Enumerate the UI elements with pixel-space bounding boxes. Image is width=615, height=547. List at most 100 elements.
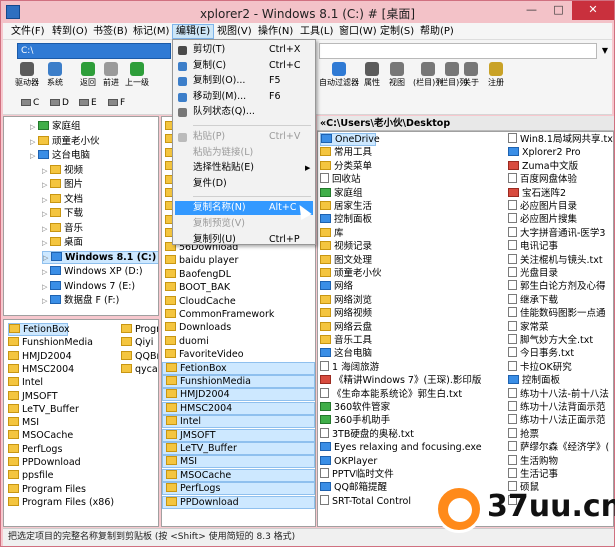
desktop-item[interactable]: SRT-Total Control <box>320 494 411 508</box>
desktop-item[interactable]: 库 <box>320 227 344 240</box>
desktop-item[interactable]: Eyes relaxing and focusing.exe <box>320 441 482 454</box>
edit-menu-item-4[interactable]: 队列状态(Q)... <box>175 105 313 119</box>
edit-menu-item-3[interactable]: 移动到(M)... F6 <box>175 90 313 104</box>
expand-arrow-icon[interactable]: ▷ <box>42 223 50 236</box>
desktop-item[interactable]: 居家生活 <box>320 200 372 213</box>
menu-0[interactable]: 文件(F) <box>8 24 48 39</box>
desktop-item[interactable]: 佳能数码图影一点通 <box>508 307 606 320</box>
desktop-item[interactable]: 家常菜 <box>508 320 549 334</box>
desktop-item[interactable]: 萨缪尔森《经济学》( <box>508 441 609 454</box>
desktop-item[interactable]: 继承下载 <box>508 293 558 307</box>
toolbar-button-2[interactable]: 返回 <box>80 62 96 87</box>
drive-d[interactable]: D <box>50 98 69 108</box>
tree-item[interactable]: ▷ 这台电脑 <box>30 149 90 162</box>
list-item[interactable]: CloudCache <box>162 295 315 308</box>
desktop-item[interactable]: 脚气妙方大全.txt <box>508 334 593 347</box>
expand-arrow-icon[interactable]: ▷ <box>42 295 50 308</box>
toolbar-button-0[interactable]: 驱动器 <box>15 62 39 87</box>
desktop-item[interactable]: PPTV临时文件 <box>320 468 394 481</box>
list-item[interactable]: PPDownload <box>162 495 315 509</box>
list-item[interactable]: HMSC2004 <box>8 363 74 376</box>
menu-10[interactable]: 帮助(P) <box>417 24 457 39</box>
list-item[interactable]: Downloads <box>162 321 315 334</box>
list-item[interactable]: Intel <box>162 415 315 429</box>
desktop-item[interactable]: 生活购物 <box>508 454 558 468</box>
toolbar-right-button-6[interactable]: 注册 <box>488 62 504 87</box>
menu-5[interactable]: 视图(V) <box>214 24 255 39</box>
desktop-item[interactable]: 回收站 <box>320 173 361 186</box>
toolbar-button-1[interactable]: 系统 <box>47 62 63 87</box>
list-item[interactable]: qycac <box>121 363 158 376</box>
list-item[interactable]: PPDownload <box>8 456 81 469</box>
expand-arrow-icon[interactable]: ▷ <box>30 136 38 149</box>
list-item[interactable]: JMSOFT <box>8 390 58 403</box>
list-item[interactable]: ppsfile <box>8 469 53 482</box>
desktop-item[interactable]: 网络视频 <box>320 307 372 320</box>
tree-item[interactable]: ▷ Windows 8.1 (C:) <box>42 250 158 264</box>
desktop-item[interactable]: 生活记事 <box>508 468 558 481</box>
desktop-item[interactable]: 《生命本能系统论》郭生白.txt <box>320 387 462 401</box>
desktop-item[interactable]: 网络云盘 <box>320 321 372 334</box>
list-item[interactable]: LeTV_Buffer <box>8 403 79 416</box>
tree-item[interactable]: ▷ 家庭组 <box>30 120 81 133</box>
list-item[interactable]: HMSC2004 <box>162 401 315 415</box>
tree-item[interactable]: ▷ 音乐 <box>42 222 83 235</box>
list-item[interactable]: Qiyi <box>121 336 153 349</box>
toolbar-right-button-1[interactable]: 属性 <box>364 62 380 87</box>
desktop-item[interactable]: 顽童老小伙 <box>320 267 382 280</box>
desktop-item[interactable]: 控制面板 <box>320 213 372 226</box>
tree-item[interactable]: ▷ 桌面 <box>42 236 83 249</box>
expand-arrow-icon[interactable]: ▷ <box>30 150 38 163</box>
desktop-item[interactable]: 光盘目录 <box>508 267 558 280</box>
tree-item[interactable]: ▷ Windows XP (D:) <box>42 265 143 278</box>
list-item[interactable]: duomi <box>162 335 315 348</box>
edit-menu-item-1[interactable]: 复制(C) Ctrl+C <box>175 59 313 73</box>
expand-arrow-icon[interactable]: ▷ <box>42 237 50 250</box>
expand-arrow-icon[interactable]: ▷ <box>42 266 50 279</box>
list-item[interactable]: FunshionMedia <box>8 336 93 349</box>
desktop-item[interactable]: 大字拼音通讯-医学3 <box>508 226 605 240</box>
menu-3[interactable]: 标记(M) <box>130 24 172 39</box>
desktop-item[interactable]: OKPlayer <box>320 455 377 468</box>
maximize-button[interactable]: □ <box>545 1 572 20</box>
desktop-item[interactable]: 关注棍机与镜头.txt <box>508 253 603 267</box>
expand-arrow-icon[interactable]: ▷ <box>42 194 50 207</box>
list-item[interactable]: Program Files (x86) <box>8 496 114 509</box>
desktop-item[interactable]: 音乐工具 <box>320 334 372 347</box>
list-item[interactable]: MSI <box>162 455 315 469</box>
menu-6[interactable]: 操作(N) <box>255 24 296 39</box>
list-item[interactable]: MSOCache <box>8 429 73 442</box>
desktop-item[interactable]: 郭生白论方剂及心得 <box>508 280 606 293</box>
list-item[interactable]: Progr <box>121 323 158 336</box>
desktop-item[interactable]: Win8.1局域网共享.txt <box>508 133 613 146</box>
expand-arrow-icon[interactable]: ▷ <box>42 165 50 178</box>
tree-item[interactable]: ▷ 图片 <box>42 178 83 191</box>
menu-2[interactable]: 书签(B) <box>90 24 131 39</box>
title-bar[interactable]: xplorer2 - Windows 8.1 (C:) # [桌面] — □ ✕ <box>1 1 614 23</box>
tree-item[interactable]: ▷ 数据盘 F (F:) <box>42 294 119 307</box>
desktop-item[interactable]: 《精讲Windows 7》(王琛).影印版 <box>320 374 481 387</box>
desktop-item[interactable]: 练功十八法背面示范 <box>508 401 606 414</box>
list-item[interactable]: BOOT_BAK <box>162 281 315 294</box>
toolbar-right-button-2[interactable]: 视图 <box>389 62 405 87</box>
left-address-input[interactable]: C:\ <box>17 43 171 59</box>
tree-item[interactable]: ▷ 文档 <box>42 193 83 206</box>
menu-7[interactable]: 工具(L) <box>297 24 336 39</box>
minimize-button[interactable]: — <box>518 1 545 20</box>
desktop-item[interactable]: 必应图片目录 <box>508 200 577 213</box>
desktop-item[interactable]: 1 海阔旅游 <box>320 360 379 374</box>
list-item[interactable]: CommonFramework <box>162 308 315 321</box>
address-dropdown-icon[interactable]: ▼ <box>599 43 611 59</box>
bottom-left-file-pane[interactable]: FetionBox FunshionMedia HMJD2004 HMSC2004 In… <box>3 319 159 527</box>
desktop-item[interactable]: 百度网盘体验 <box>508 173 577 186</box>
toolbar-right-button-5[interactable]: 关于 <box>463 62 479 87</box>
list-item[interactable]: HMJD2004 <box>162 388 315 402</box>
toolbar-button-4[interactable]: 上一级 <box>125 62 149 87</box>
desktop-item[interactable]: 图文处理 <box>320 254 372 267</box>
edit-menu-item-13[interactable]: 复制列(U) Ctrl+P <box>175 233 313 247</box>
desktop-item[interactable]: 这台电脑 <box>320 347 372 360</box>
expand-arrow-icon[interactable]: ▷ <box>42 281 50 294</box>
list-item[interactable]: Program Files <box>8 483 86 496</box>
desktop-item[interactable]: 网络浏览 <box>320 294 372 307</box>
desktop-item[interactable]: 练功十八法-前十八法 <box>508 387 609 401</box>
